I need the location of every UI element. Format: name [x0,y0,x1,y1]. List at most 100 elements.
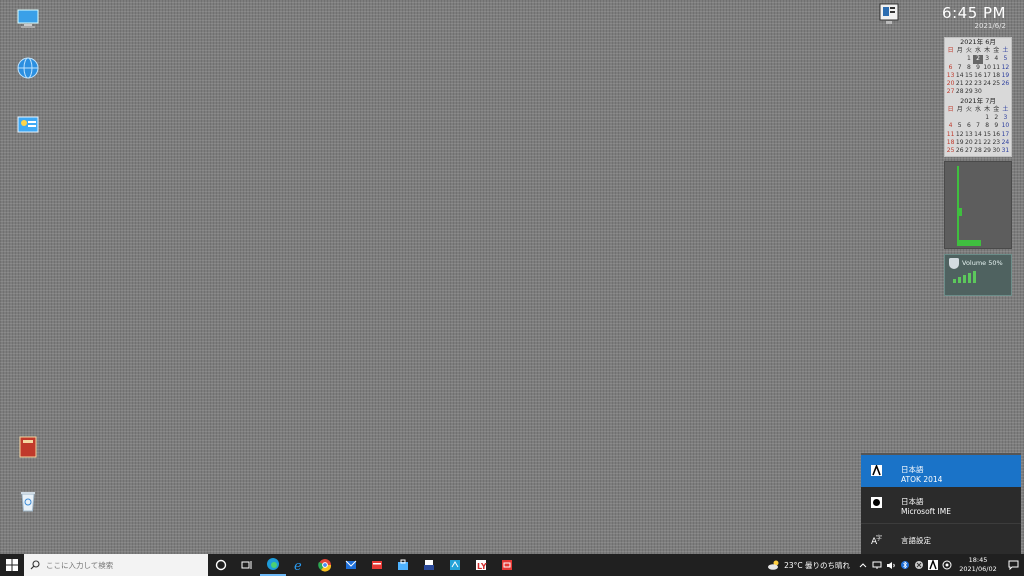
taskbar-app-ie[interactable]: e [286,554,312,576]
network-tray-button[interactable] [871,559,883,571]
volume-bar [973,271,976,283]
calendar-day[interactable]: 11 [992,64,1001,72]
calendar-day[interactable]: 27 [964,147,973,155]
calendar-day[interactable]: 17 [983,72,992,80]
calendar-day[interactable]: 11 [946,131,955,139]
calendar-day[interactable]: 9 [973,64,982,72]
taskbar-app-mail[interactable] [338,554,364,576]
action-center-button[interactable] [1002,554,1024,576]
calendar-day[interactable]: 31 [1001,147,1010,155]
calendar-day[interactable]: 8 [964,64,973,72]
calendar-day[interactable]: 30 [992,147,1001,155]
taskbar-app-printer[interactable] [416,554,442,576]
calendar-day[interactable]: 26 [1001,80,1010,88]
desktop-clock: 6:45 PM 2021/6/2 [942,4,1006,30]
language-settings-link[interactable]: A 字 言語設定 [861,524,1021,556]
security-tray-button[interactable] [913,559,925,571]
calendar-grid-june: 日月火水木金土 1 2 3 4 5 6 7 8 9 10 11 12 13 14 15 16 17 18 19 20 21… [945,47,1011,97]
calendar-day[interactable]: 1 [983,114,992,122]
calendar-day[interactable]: 2 [992,114,1001,122]
desktop-icon-network[interactable] [0,56,56,82]
desktop-icon-top-right[interactable] [861,2,917,28]
calendar-day[interactable]: 1 [964,55,973,63]
desktop-icon-recycle-bin[interactable] [0,488,56,514]
calendar-day[interactable]: 29 [983,147,992,155]
calendar-day[interactable]: 23 [973,80,982,88]
calendar-day[interactable]: 7 [973,122,982,130]
calendar-day[interactable]: 9 [992,122,1001,130]
bluetooth-tray-button[interactable] [899,559,911,571]
calendar-day[interactable]: 27 [946,88,955,96]
calendar-day[interactable]: 30 [973,88,982,96]
taskbar-app-edge[interactable] [260,554,286,576]
taskbar-search-box[interactable] [24,554,208,576]
calendar-day[interactable]: 13 [964,131,973,139]
calendar-day[interactable]: 19 [955,139,964,147]
calendar-day[interactable]: 5 [955,122,964,130]
calendar-day[interactable]: 10 [1001,122,1010,130]
desktop-icon-app[interactable] [0,434,56,460]
cortana-button[interactable] [208,554,234,576]
taskbar-app-red[interactable] [364,554,390,576]
calendar-day[interactable]: 8 [983,122,992,130]
calendar-day[interactable]: 15 [983,131,992,139]
desktop-icon-control-panel[interactable] [0,112,56,138]
weather-widget[interactable]: 23°C 曇りのち晴れ [767,560,850,571]
input-language-flyout: 日本語 ATOK 2014 日本語 Microsoft IME A 字 言語設定 [861,453,1021,554]
calendar-day[interactable]: 21 [973,139,982,147]
taskbar-app-blue[interactable] [442,554,468,576]
taskbar-app-store[interactable] [390,554,416,576]
taskbar-app-red2[interactable] [494,554,520,576]
svg-text:LY: LY [477,562,487,571]
taskbar-app-ly[interactable]: LY [468,554,494,576]
calendar-day[interactable]: 12 [955,131,964,139]
taskbar-app-chrome[interactable] [312,554,338,576]
calendar-day[interactable]: 3 [983,55,992,63]
calendar-day[interactable]: 15 [964,72,973,80]
calendar-day[interactable]: 18 [992,72,1001,80]
task-view-button[interactable] [234,554,260,576]
calendar-day[interactable]: 17 [1001,131,1010,139]
calendar-day[interactable]: 22 [983,139,992,147]
volume-tray-button[interactable] [885,559,897,571]
show-hidden-icons-button[interactable] [857,559,869,571]
calendar-day[interactable]: 13 [946,72,955,80]
calendar-day[interactable]: 12 [1001,64,1010,72]
language-option-microsoft-ime[interactable]: 日本語 Microsoft IME [861,487,1021,519]
calendar-day[interactable]: 20 [946,80,955,88]
calendar-day[interactable]: 22 [964,80,973,88]
calendar-day[interactable]: 4 [992,55,1001,63]
calendar-day[interactable]: 5 [1001,55,1010,63]
calendar-day[interactable]: 29 [964,88,973,96]
calendar-day[interactable]: 10 [983,64,992,72]
calendar-day[interactable]: 16 [973,72,982,80]
calendar-day[interactable]: 3 [1001,114,1010,122]
calendar-day[interactable]: 25 [946,147,955,155]
language-option-atok[interactable]: 日本語 ATOK 2014 [861,455,1021,487]
calendar-day[interactable]: 21 [955,80,964,88]
calendar-day[interactable]: 2 [973,55,983,64]
calendar-day[interactable]: 14 [955,72,964,80]
calendar-day[interactable]: 7 [955,64,964,72]
calendar-day[interactable]: 4 [946,122,955,130]
calendar-day[interactable]: 19 [1001,72,1010,80]
start-button[interactable] [0,554,24,576]
taskbar-clock[interactable]: 18:45 2021/06/02 [954,556,1002,574]
calendar-day[interactable]: 23 [992,139,1001,147]
search-input[interactable] [46,560,206,570]
calendar-day[interactable]: 25 [992,80,1001,88]
calendar-day[interactable]: 20 [964,139,973,147]
calendar-day[interactable]: 28 [973,147,982,155]
ime-mode-button[interactable] [941,559,953,571]
ime-indicator-button[interactable] [927,559,939,571]
calendar-day[interactable]: 24 [1001,139,1010,147]
calendar-day[interactable]: 6 [946,64,955,72]
calendar-day[interactable]: 18 [946,139,955,147]
calendar-day[interactable]: 16 [992,131,1001,139]
calendar-day[interactable]: 26 [955,147,964,155]
desktop-icon-pc[interactable] [0,6,56,32]
calendar-day[interactable]: 28 [955,88,964,96]
calendar-day[interactable]: 14 [973,131,982,139]
calendar-day[interactable]: 24 [983,80,992,88]
calendar-day[interactable]: 6 [964,122,973,130]
